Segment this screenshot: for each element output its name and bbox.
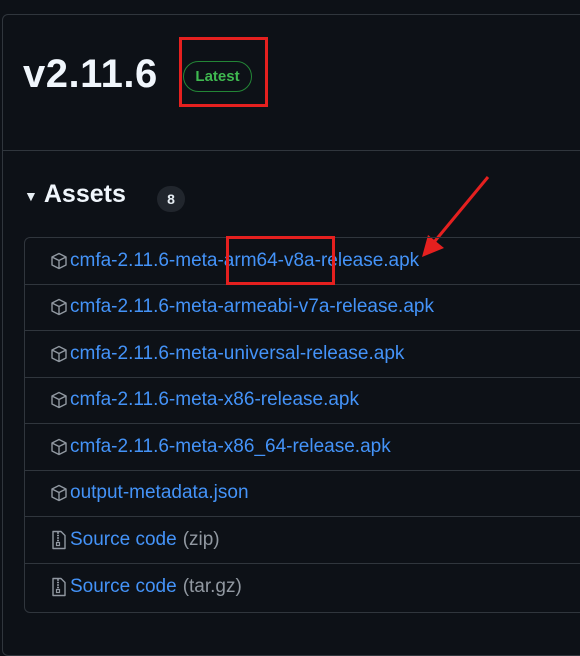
- asset-row[interactable]: cmfa-2.11.6-meta-armeabi-v7a-release.apk: [25, 285, 580, 331]
- file-zip-icon: [49, 529, 69, 551]
- asset-link[interactable]: output-metadata.json: [70, 482, 249, 504]
- assets-heading: Assets: [43, 180, 126, 208]
- caret-down-icon: ▼: [24, 187, 38, 204]
- asset-link[interactable]: cmfa-2.11.6-meta-universal-release.apk: [70, 343, 404, 365]
- source-code-row[interactable]: Source code (tar.gz): [25, 564, 580, 611]
- source-code-link[interactable]: Source code: [70, 576, 177, 598]
- package-icon: [49, 482, 69, 504]
- archive-format-label: (zip): [182, 528, 220, 550]
- asset-link[interactable]: cmfa-2.11.6-meta-x86_64-release.apk: [70, 436, 391, 458]
- assets-list: cmfa-2.11.6-meta-arm64-v8a-release.apk c…: [24, 237, 580, 613]
- asset-row[interactable]: cmfa-2.11.6-meta-universal-release.apk: [25, 331, 580, 378]
- package-icon: [49, 296, 69, 318]
- annotation-highlight-latest: [179, 37, 268, 107]
- package-icon: [49, 250, 69, 272]
- archive-format-label: (tar.gz): [182, 575, 242, 597]
- asset-link[interactable]: cmfa-2.11.6-meta-x86-release.apk: [70, 389, 359, 411]
- asset-row[interactable]: cmfa-2.11.6-meta-x86-release.apk: [25, 378, 580, 424]
- asset-link[interactable]: cmfa-2.11.6-meta-armeabi-v7a-release.apk: [70, 296, 434, 318]
- package-icon: [49, 389, 69, 411]
- asset-row[interactable]: output-metadata.json: [25, 471, 580, 517]
- package-icon: [49, 343, 69, 365]
- release-version-title[interactable]: v2.11.6: [23, 52, 158, 97]
- annotation-highlight-arm64: [226, 236, 335, 285]
- assets-toggle[interactable]: ▼ Assets: [24, 180, 126, 209]
- asset-row[interactable]: cmfa-2.11.6-meta-x86_64-release.apk: [25, 424, 580, 471]
- source-code-link[interactable]: Source code: [70, 529, 177, 551]
- package-icon: [49, 436, 69, 458]
- release-header-divider: [2, 150, 580, 151]
- source-code-row[interactable]: Source code (zip): [25, 517, 580, 564]
- file-zip-icon: [49, 576, 69, 598]
- assets-count-badge: 8: [157, 186, 185, 212]
